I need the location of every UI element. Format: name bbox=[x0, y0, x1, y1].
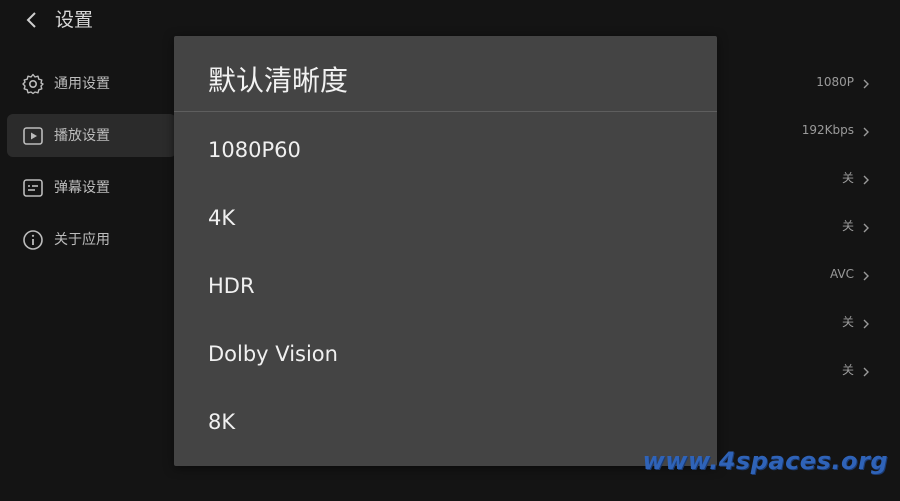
sidebar-item-about[interactable]: 关于应用 bbox=[7, 218, 176, 261]
chevron-left-icon[interactable] bbox=[20, 8, 44, 32]
dialog-title: 默认清晰度 bbox=[208, 64, 349, 97]
setting-value: 关 bbox=[841, 363, 854, 377]
chevron-right-icon bbox=[860, 124, 872, 137]
setting-value: 1080P bbox=[816, 75, 854, 89]
setting-value: AVC bbox=[829, 267, 854, 281]
option-hdr[interactable]: HDR bbox=[174, 258, 717, 314]
option-dolby-vision[interactable]: Dolby Vision bbox=[174, 326, 717, 382]
setting-value-row[interactable]: AVC bbox=[830, 264, 872, 284]
setting-value-row[interactable]: 192Kbps bbox=[802, 120, 872, 140]
play-icon bbox=[22, 125, 44, 147]
sidebar-item-label: 通用设置 bbox=[54, 76, 110, 92]
divider bbox=[174, 111, 717, 112]
sidebar-item-general[interactable]: 通用设置 bbox=[7, 62, 176, 105]
chevron-right-icon bbox=[860, 268, 872, 281]
option-4k[interactable]: 4K bbox=[174, 190, 717, 246]
option-label: HDR bbox=[208, 274, 255, 298]
chevron-right-icon bbox=[860, 220, 872, 233]
page-title: 设置 bbox=[55, 9, 94, 31]
option-label: 4K bbox=[208, 206, 236, 230]
option-label: 1080P60 bbox=[208, 138, 301, 162]
setting-value: 关 bbox=[841, 315, 854, 329]
info-icon bbox=[22, 229, 44, 251]
setting-value: 关 bbox=[841, 171, 854, 185]
watermark: www.4spaces.org bbox=[642, 447, 888, 475]
sidebar-item-label: 播放设置 bbox=[54, 128, 110, 144]
setting-value-row[interactable]: 关 bbox=[842, 216, 872, 236]
chevron-right-icon bbox=[860, 76, 872, 89]
setting-value-row[interactable]: 关 bbox=[842, 168, 872, 188]
chevron-right-icon bbox=[860, 172, 872, 185]
option-label: 8K bbox=[208, 410, 236, 434]
setting-value: 192Kbps bbox=[801, 123, 854, 137]
setting-value: 关 bbox=[841, 219, 854, 233]
chevron-right-icon bbox=[860, 316, 872, 329]
sidebar-item-playback[interactable]: 播放设置 bbox=[7, 114, 176, 157]
sidebar-item-label: 弹幕设置 bbox=[54, 180, 110, 196]
setting-value-row[interactable]: 关 bbox=[842, 360, 872, 380]
gear-icon bbox=[22, 73, 44, 95]
setting-value-row[interactable]: 1080P bbox=[816, 72, 872, 92]
chevron-right-icon bbox=[860, 364, 872, 377]
danmaku-icon bbox=[22, 177, 44, 199]
option-8k[interactable]: 8K bbox=[174, 394, 717, 450]
option-1080p60[interactable]: 1080P60 bbox=[174, 122, 717, 178]
resolution-dialog: 默认清晰度 1080P60 4K HDR Dolby Vision 8K bbox=[174, 36, 717, 466]
sidebar-item-danmaku[interactable]: 弹幕设置 bbox=[7, 166, 176, 209]
setting-value-row[interactable]: 关 bbox=[842, 312, 872, 332]
option-label: Dolby Vision bbox=[208, 342, 338, 366]
settings-screen: 设置 通用设置 播放设置 弹幕设置 关于应用 1080P 192Kbps 关 关… bbox=[0, 0, 900, 501]
sidebar-item-label: 关于应用 bbox=[54, 232, 110, 248]
